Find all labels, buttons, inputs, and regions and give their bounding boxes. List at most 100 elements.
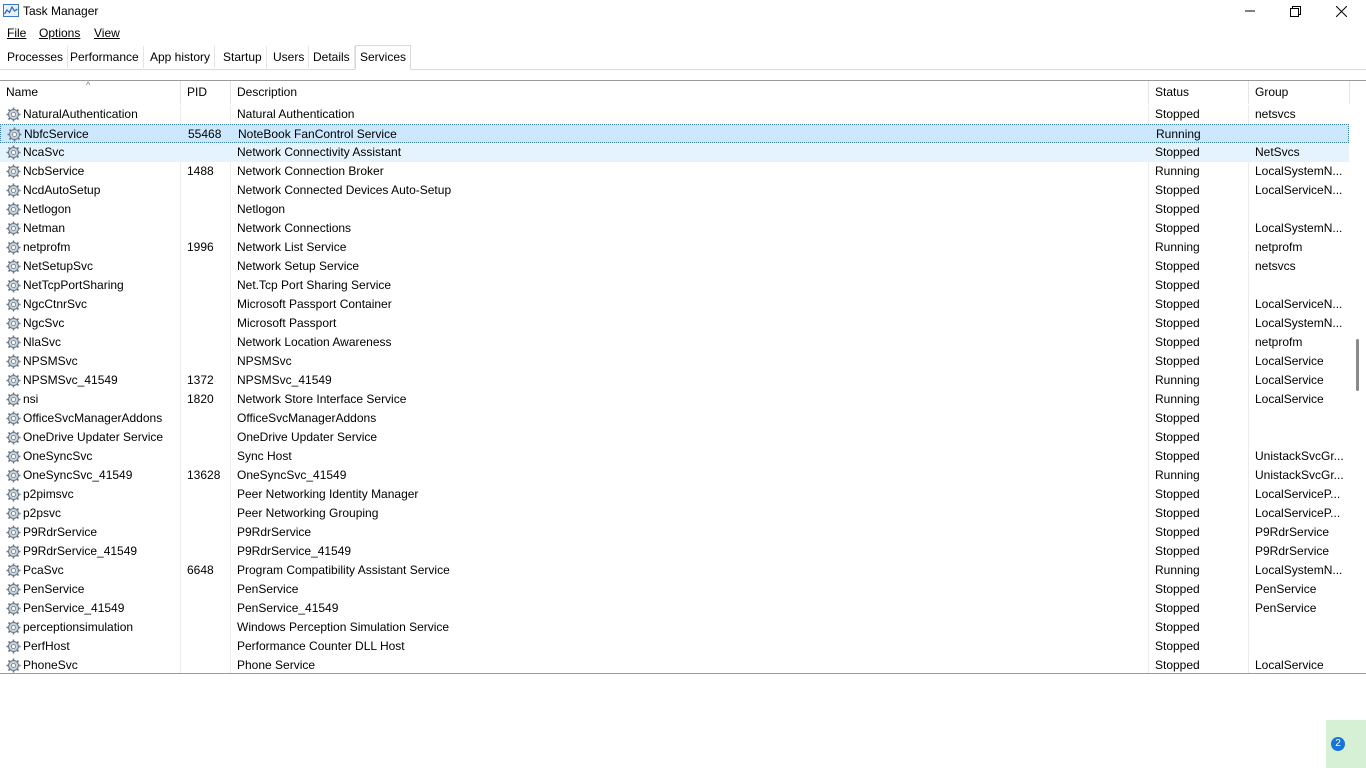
cell-name: PhoneSvc <box>23 658 78 672</box>
table-row[interactable]: NlaSvc Network Location Awareness Stopped n… <box>0 333 1349 352</box>
cell-group: P9RdrService <box>1255 544 1330 558</box>
service-gear-icon <box>6 240 21 255</box>
menu-options-label: Options <box>39 26 81 40</box>
cell-pid: 1996 <box>187 240 214 254</box>
table-row[interactable]: nsi 1820 Network Store Interface Service Ru… <box>0 390 1349 409</box>
service-gear-icon <box>6 335 21 350</box>
cell-description: Net.Tcp Port Sharing Service <box>237 278 392 292</box>
column-header-group[interactable]: Group <box>1249 81 1350 104</box>
table-row[interactable]: p2psvc Peer Networking Grouping Stopped Loc… <box>0 504 1349 523</box>
cell-status: Stopped <box>1155 259 1200 273</box>
service-gear-icon <box>7 127 22 142</box>
service-gear-icon <box>6 468 21 483</box>
cell-status: Stopped <box>1155 544 1200 558</box>
menu-file[interactable]: File <box>7 26 26 40</box>
table-row[interactable]: netprofm 1996 Network List Service Running n… <box>0 238 1349 257</box>
table-row[interactable]: NetSetupSvc Network Setup Service Stopped n… <box>0 257 1349 276</box>
cell-pid <box>187 333 227 352</box>
restore-button[interactable] <box>1272 0 1318 22</box>
column-header-description[interactable]: Description <box>231 81 1149 104</box>
service-gear-icon <box>6 183 21 198</box>
table-row[interactable]: NetTcpPortSharing Net.Tcp Port Sharing Se… <box>0 276 1349 295</box>
task-manager-icon <box>3 4 19 17</box>
table-row[interactable]: Netlogon Netlogon Stopped <box>0 200 1349 219</box>
tab-services[interactable]: Services <box>355 45 412 70</box>
cell-name: OneDrive Updater Service <box>23 430 164 444</box>
tab-details[interactable]: Details <box>309 46 355 68</box>
table-row[interactable]: PerfHost Performance Counter DLL Host Stop… <box>0 637 1349 656</box>
menu-options[interactable]: Options <box>39 26 80 40</box>
cell-group: netprofm <box>1255 240 1303 254</box>
column-header-pid[interactable]: PID <box>181 81 231 104</box>
cell-description: NPSMSvc <box>237 354 292 368</box>
table-row[interactable]: P9RdrService P9RdrService Stopped P9RdrServ… <box>0 523 1349 542</box>
column-header-name[interactable]: Name <box>0 81 181 104</box>
table-row[interactable]: NPSMSvc NPSMSvc Stopped LocalService <box>0 352 1349 371</box>
table-row[interactable]: Netman Network Connections Stopped LocalSys… <box>0 219 1349 238</box>
table-row[interactable]: OneSyncSvc Sync Host Stopped UnistackSvcGr.… <box>0 447 1349 466</box>
cell-pid <box>187 352 227 371</box>
service-gear-icon <box>6 202 21 217</box>
vertical-scrollbar[interactable] <box>1352 81 1366 671</box>
cell-description: PenService_41549 <box>237 601 339 615</box>
cell-group: LocalSystemN... <box>1255 164 1343 178</box>
table-row[interactable]: p2pimsvc Peer Networking Identity Manager… <box>0 485 1349 504</box>
cell-group: LocalServiceP... <box>1255 506 1341 520</box>
table-row[interactable]: NbfcService 55468 NoteBook FanControl Serv… <box>0 124 1349 143</box>
cell-status: Stopped <box>1155 316 1200 330</box>
table-row[interactable]: NcbService 1488 Network Connection Broker R… <box>0 162 1349 181</box>
cell-pid <box>187 599 227 618</box>
menu-view[interactable]: View <box>94 26 120 40</box>
cell-group <box>1256 125 1348 144</box>
cell-description: OneDrive Updater Service <box>237 430 378 444</box>
column-header-status[interactable]: Status <box>1149 81 1249 104</box>
cell-group <box>1255 409 1347 428</box>
cell-pid <box>187 523 227 542</box>
cell-description: OneSyncSvc_41549 <box>237 468 347 482</box>
table-row[interactable]: PcaSvc 6648 Program Compatibility Assistan… <box>0 561 1349 580</box>
notification-badge[interactable]: 2 <box>1331 737 1345 751</box>
table-row[interactable]: NPSMSvc_41549 1372 NPSMSvc_41549 Running Loc… <box>0 371 1349 390</box>
cell-pid <box>187 447 227 466</box>
table-row[interactable]: perceptionsimulation Windows Perception S… <box>0 618 1349 637</box>
cell-description: Network Connectivity Assistant <box>237 145 402 159</box>
tab-startup[interactable]: Startup <box>219 46 267 68</box>
cell-description: P9RdrService_41549 <box>237 544 352 558</box>
cell-description: Network Location Awareness <box>237 335 392 349</box>
cell-description: P9RdrService <box>237 525 312 539</box>
cell-name: NetSetupSvc <box>23 259 94 273</box>
cell-pid: 13628 <box>187 468 221 482</box>
cell-status: Stopped <box>1155 107 1200 121</box>
table-row[interactable]: NaturalAuthentication Natural Authenticat… <box>0 105 1349 124</box>
minimize-button[interactable] <box>1227 0 1273 22</box>
cell-status: Stopped <box>1155 354 1200 368</box>
cell-status: Running <box>1155 392 1200 406</box>
service-gear-icon <box>6 658 21 673</box>
table-row[interactable]: PenService_41549 PenService_41549 Stopped P… <box>0 599 1349 618</box>
table-row[interactable]: PhoneSvc Phone Service Stopped LocalService <box>0 656 1349 673</box>
tab-performance[interactable]: Performance <box>66 46 144 68</box>
table-row[interactable]: OneDrive Updater Service OneDrive Updater… <box>0 428 1349 447</box>
tab-processes[interactable]: Processes <box>3 46 69 68</box>
table-header: ^ Name PID Description Status Group <box>0 81 1350 104</box>
table-row[interactable]: P9RdrService_41549 P9RdrService_41549 Stop… <box>0 542 1349 561</box>
cell-description: Network Setup Service <box>237 259 360 273</box>
scrollbar-thumb[interactable] <box>1356 339 1359 391</box>
table-row[interactable]: NcdAutoSetup Network Connected Devices Au… <box>0 181 1349 200</box>
cell-description: Network Store Interface Service <box>237 392 407 406</box>
close-button[interactable] <box>1318 0 1364 22</box>
table-row[interactable]: NcaSvc Network Connectivity Assistant Stop… <box>0 143 1349 162</box>
table-row[interactable]: OfficeSvcManagerAddons OfficeSvcManagerAd… <box>0 409 1349 428</box>
cell-pid <box>187 276 227 295</box>
table-row[interactable]: NgcCtnrSvc Microsoft Passport Container St… <box>0 295 1349 314</box>
table-row[interactable]: OneSyncSvc_41549 13628 OneSyncSvc_41549 Run… <box>0 466 1349 485</box>
table-row[interactable]: NgcSvc Microsoft Passport Stopped LocalSyst… <box>0 314 1349 333</box>
service-gear-icon <box>6 620 21 635</box>
service-gear-icon <box>6 107 21 122</box>
cell-pid: 1820 <box>187 392 214 406</box>
cell-name: NaturalAuthentication <box>23 107 138 121</box>
tab-users[interactable]: Users <box>269 46 310 68</box>
table-row[interactable]: PenService PenService Stopped PenService <box>0 580 1349 599</box>
tab-app-history[interactable]: App history <box>146 46 216 68</box>
cell-name: PerfHost <box>23 639 70 653</box>
